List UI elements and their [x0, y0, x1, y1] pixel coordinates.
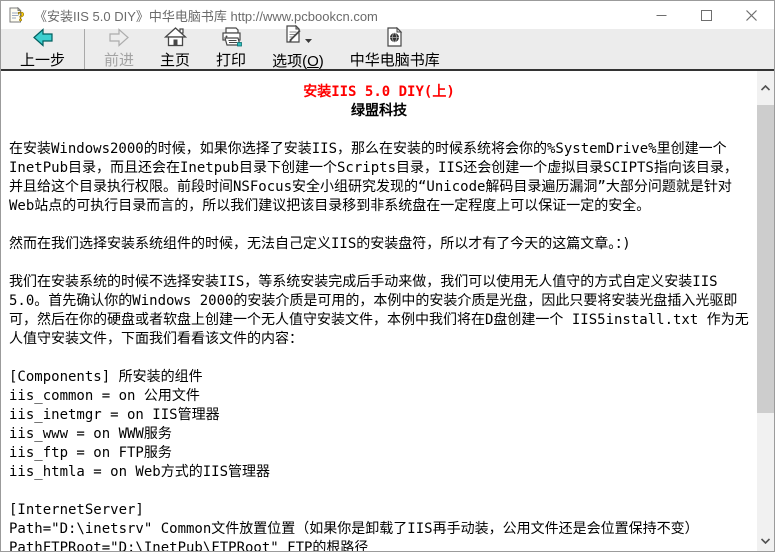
toolbar-button-options[interactable]: 选项(O): [259, 29, 337, 69]
options-icon: [284, 24, 303, 48]
book-site-icon: [386, 27, 403, 47]
svg-text:?: ?: [18, 10, 25, 24]
help-viewer-window: ? 《安装IIS 5.0 DIY》中华电脑书库 http://www.pcboo…: [0, 0, 775, 552]
toolbar-button-label: 前进: [104, 49, 134, 70]
paragraph: 在安装Windows2000的时候，如果你选择了安装IIS，那么在安装的时候系统…: [9, 140, 749, 216]
forward-arrow-icon: [108, 28, 130, 47]
toolbar-button-label: 上一步: [20, 49, 65, 70]
toolbar-button-label: 打印: [216, 49, 246, 70]
titlebar: ? 《安装IIS 5.0 DIY》中华电脑书库 http://www.pcboo…: [1, 1, 774, 29]
config-line: iis_common = on 公用文件: [9, 387, 749, 406]
home-icon: [164, 27, 187, 47]
document-body: 安装IIS 5.0 DIY(上) 绿盟科技 在安装Windows2000的时候，…: [1, 71, 757, 551]
window-controls: [639, 1, 774, 29]
config-line: [Components] 所安装的组件: [9, 368, 749, 387]
scroll-down-arrow-icon[interactable]: [757, 532, 774, 549]
config-line: iis_www = on WWW服务: [9, 425, 749, 444]
close-button[interactable]: [729, 1, 774, 29]
minimize-button[interactable]: [639, 1, 684, 29]
toolbar-button-forward[interactable]: 前进: [91, 29, 147, 69]
paragraph: 然而在我们选择安装系统组件的时候，无法自己定义IIS的安装盘符，所以才有了今天的…: [9, 235, 749, 254]
config-line: PathFTPRoot="D:\InetPub\FTPRoot" FTP的根路径: [9, 539, 749, 551]
window-title: 《安装IIS 5.0 DIY》中华电脑书库 http://www.pcbookc…: [34, 6, 639, 25]
config-line: Path="D:\inetsrv" Common文件放置位置（如果你是卸载了II…: [9, 520, 749, 539]
toolbar: 上一步 前进 主页: [1, 29, 774, 71]
toolbar-button-label: 中华电脑书库: [350, 49, 440, 70]
toolbar-button-pcbook-site[interactable]: 中华电脑书库: [337, 29, 453, 69]
config-line: [InternetServer]: [9, 501, 749, 520]
toolbar-button-print[interactable]: 打印: [203, 29, 259, 69]
config-components-block: [Components] 所安装的组件 iis_common = on 公用文件…: [9, 368, 749, 482]
document-viewport: 安装IIS 5.0 DIY(上) 绿盟科技 在安装Windows2000的时候，…: [1, 71, 774, 551]
toolbar-button-home[interactable]: 主页: [147, 29, 203, 69]
vertical-scrollbar[interactable]: [757, 71, 774, 551]
printer-icon: [220, 27, 243, 47]
config-line: iis_ftp = on FTP服务: [9, 444, 749, 463]
toolbar-button-label: 主页: [160, 49, 190, 70]
maximize-button[interactable]: [684, 1, 729, 29]
article-title: 安装IIS 5.0 DIY(上): [9, 83, 749, 102]
config-internetserver-block: [InternetServer] Path="D:\inetsrv" Commo…: [9, 501, 749, 551]
dropdown-caret-icon: [305, 31, 312, 48]
scrollbar-thumb[interactable]: [757, 105, 774, 413]
toolbar-button-back[interactable]: 上一步: [7, 29, 78, 69]
paragraph: 我们在安装系统的时候不选择安装IIS，等系统安装完成后手动来做，我们可以使用无人…: [9, 273, 749, 349]
back-arrow-icon: [32, 28, 54, 47]
chm-help-file-icon[interactable]: ?: [8, 7, 26, 24]
article-author: 绿盟科技: [9, 102, 749, 121]
scroll-up-arrow-icon[interactable]: [757, 79, 774, 96]
toolbar-separator: [84, 29, 85, 69]
config-line: iis_inetmgr = on IIS管理器: [9, 406, 749, 425]
config-line: iis_htmla = on Web方式的IIS管理器: [9, 463, 749, 482]
toolbar-button-label: 选项(O): [272, 50, 324, 71]
